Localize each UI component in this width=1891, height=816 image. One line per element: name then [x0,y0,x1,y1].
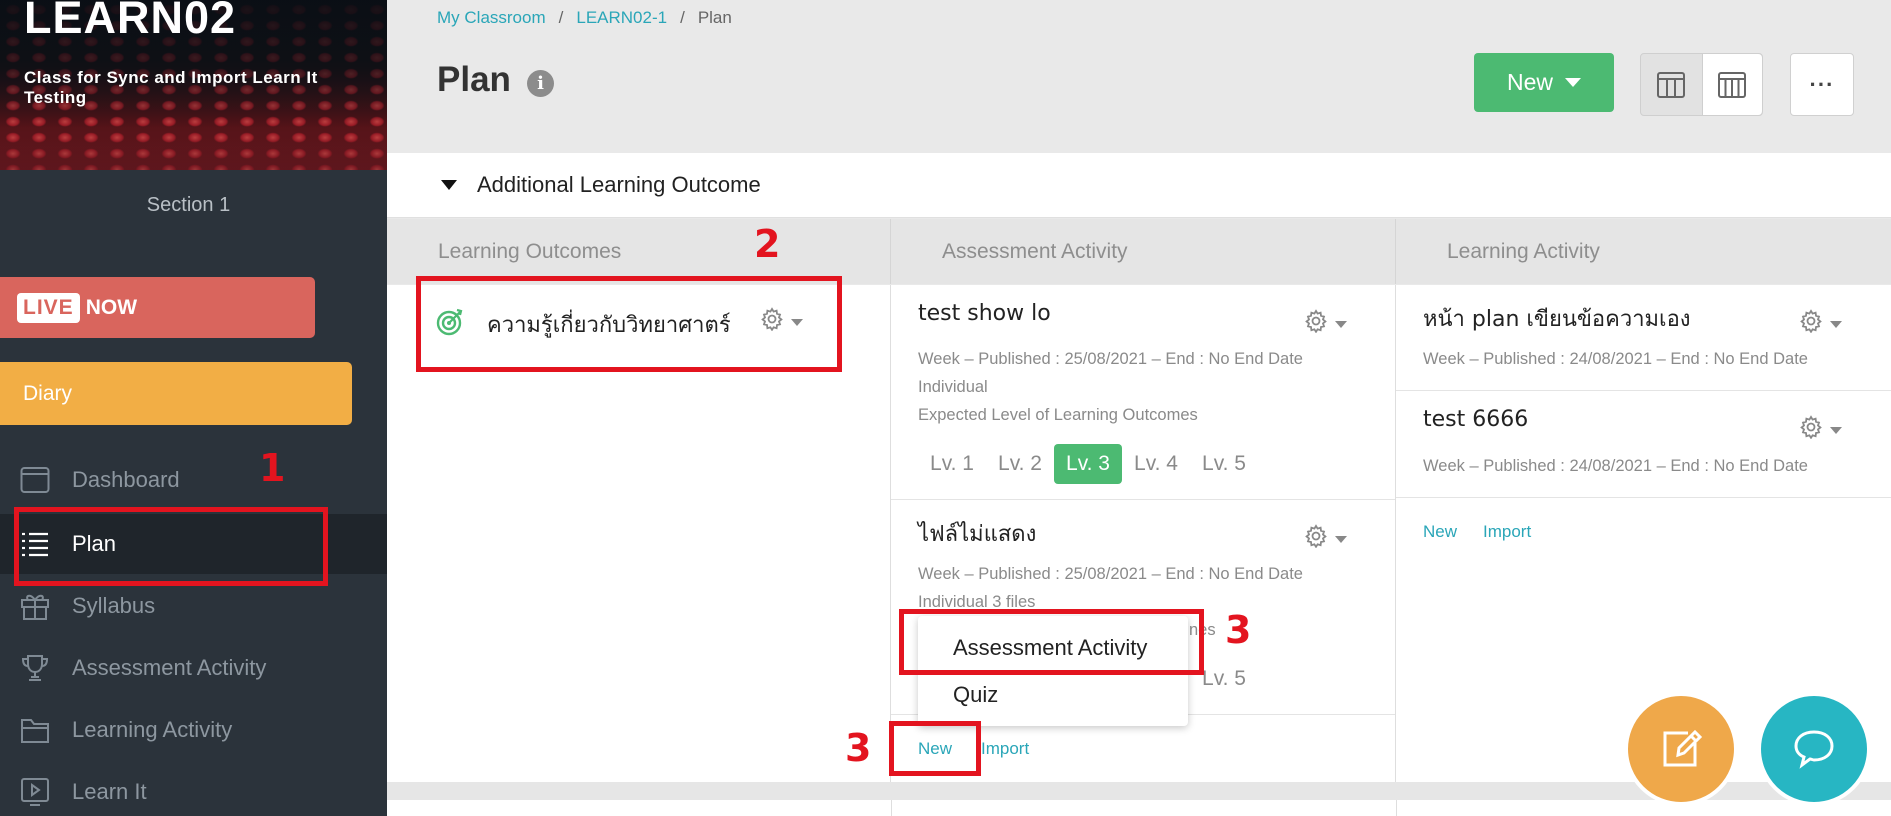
sidebar-item-label: Learn It [72,779,147,804]
assessment-meta: Week – Published : 25/08/2021 – End : No… [918,565,1303,583]
annotation-label-1: 1 [259,446,286,490]
annotation-label-2: 2 [754,222,781,266]
sidebar-item-label: Dashboard [72,467,180,492]
level-selector: Lv. 1 Lv. 2 Lv. 3 Lv. 4 Lv. 5 [918,444,1258,484]
class-code: LEARN02 [24,0,237,43]
annotation-label-3a: 3 [1225,608,1252,652]
live-now-button[interactable]: LIVE NOW [0,277,315,338]
chat-button[interactable] [1757,692,1871,806]
assessment-card: test show lo Week – Published : 25/08/20… [891,285,1395,500]
pencil-note-icon [1663,729,1703,767]
activity-title[interactable]: หน้า plan เขียนข้อความเอง [1423,301,1691,336]
grid-view-button[interactable] [1701,54,1762,115]
level-option[interactable]: Lv. 5 [1190,444,1258,484]
browser-window-icon [20,465,50,495]
play-screen-icon [20,777,50,807]
note-button[interactable] [1624,692,1738,806]
menu-item-quiz[interactable]: Quiz [953,682,998,708]
assessment-title[interactable]: ไฟล์ไม่แสดง [918,516,1036,551]
level-option[interactable]: Lv. 4 [1122,444,1190,484]
divider [891,800,892,816]
chevron-down-icon [1565,78,1581,87]
gear-icon[interactable] [1304,524,1328,549]
activity-meta: Week – Published : 24/08/2021 – End : No… [1423,350,1808,368]
chevron-down-icon[interactable] [1335,536,1347,543]
trophy-icon [20,653,50,683]
annotation-box-1 [14,507,328,586]
level-option-selected[interactable]: Lv. 3 [1054,444,1122,484]
chevron-down-icon[interactable] [1335,321,1347,328]
sidebar-item-label: Learning Activity [72,717,233,742]
annotation-box-3a [899,609,1204,675]
gift-icon [20,591,50,621]
section-header[interactable]: Additional Learning Outcome [387,153,1891,218]
chevron-down-icon[interactable] [1830,427,1842,434]
gear-icon[interactable] [1304,309,1328,334]
new-button[interactable]: New [1474,53,1614,112]
annotation-box-2 [416,276,842,372]
chevron-down-icon[interactable] [1830,321,1842,328]
annotation-box-3b [889,721,981,776]
sidebar-item-dashboard[interactable]: Dashboard [0,450,387,510]
class-name: Class for Sync and Import Learn It Testi… [24,68,318,107]
breadcrumb-current: Plan [697,8,732,27]
page-title: Plan [437,60,511,99]
view-toggle-group [1640,53,1763,116]
activity-meta: Week – Published : 24/08/2021 – End : No… [1423,457,1808,475]
column-header-learning-activity: Learning Activity [1396,219,1891,284]
section-label: Section 1 [146,194,231,216]
more-options-button[interactable]: ··· [1790,53,1854,116]
assessment-type: Individual [918,378,988,396]
column-header-assessment-activity: Assessment Activity [891,219,1396,284]
live-now-label: NOW [85,295,138,319]
column-view-button[interactable] [1641,54,1702,115]
grid-columns-icon [1718,71,1747,98]
sidebar-item-label: Syllabus [72,593,156,618]
divider [1396,800,1397,816]
columns-icon [1657,71,1686,98]
activity-new-link[interactable]: New [1423,522,1457,542]
level-option[interactable]: Lv. 1 [918,444,986,484]
annotation-label-3b: 3 [845,726,872,770]
sidebar: LEARN02 Class for Sync and Import Learn … [0,0,387,816]
section-title: Additional Learning Outcome [477,172,761,197]
sidebar-item-assessment-activity[interactable]: Assessment Activity [0,638,387,698]
expected-level-label: Expected Level of Learning Outcomes [918,406,1198,424]
chat-bubble-icon [1794,730,1834,769]
activity-import-link[interactable]: Import [1483,522,1531,542]
assessment-title[interactable]: test show lo [918,301,1051,326]
sidebar-item-label: Assessment Activity [72,655,267,680]
class-banner: LEARN02 Class for Sync and Import Learn … [0,0,387,170]
folder-icon [20,715,50,745]
sidebar-item-learning-activity[interactable]: Learning Activity [0,700,387,760]
activity-card: หน้า plan เขียนข้อความเอง Week – Publish… [1396,285,1891,391]
info-icon[interactable]: i [527,70,554,97]
level-option[interactable]: Lv. 2 [986,444,1054,484]
column-header-learning-outcomes: Learning Outcomes [387,219,891,284]
new-button-label: New [1506,69,1553,95]
gear-icon[interactable] [1799,415,1823,440]
assessment-meta: Week – Published : 25/08/2021 – End : No… [918,350,1303,368]
caret-down-icon [441,180,457,190]
assessment-import-link[interactable]: Import [981,739,1029,759]
breadcrumb-my-classroom[interactable]: My Classroom [437,8,546,27]
breadcrumb-class[interactable]: LEARN02-1 [576,8,667,27]
gear-icon[interactable] [1799,309,1823,334]
sidebar-item-learn-it[interactable]: Learn It [0,762,387,816]
diary-button[interactable]: Diary [0,362,352,425]
breadcrumb: My Classroom / LEARN02-1/Plan [437,8,732,27]
activity-card: test 6666 Week – Published : 24/08/2021 … [1396,391,1891,498]
activity-title[interactable]: test 6666 [1423,407,1528,432]
live-tag: LIVE [17,292,80,323]
